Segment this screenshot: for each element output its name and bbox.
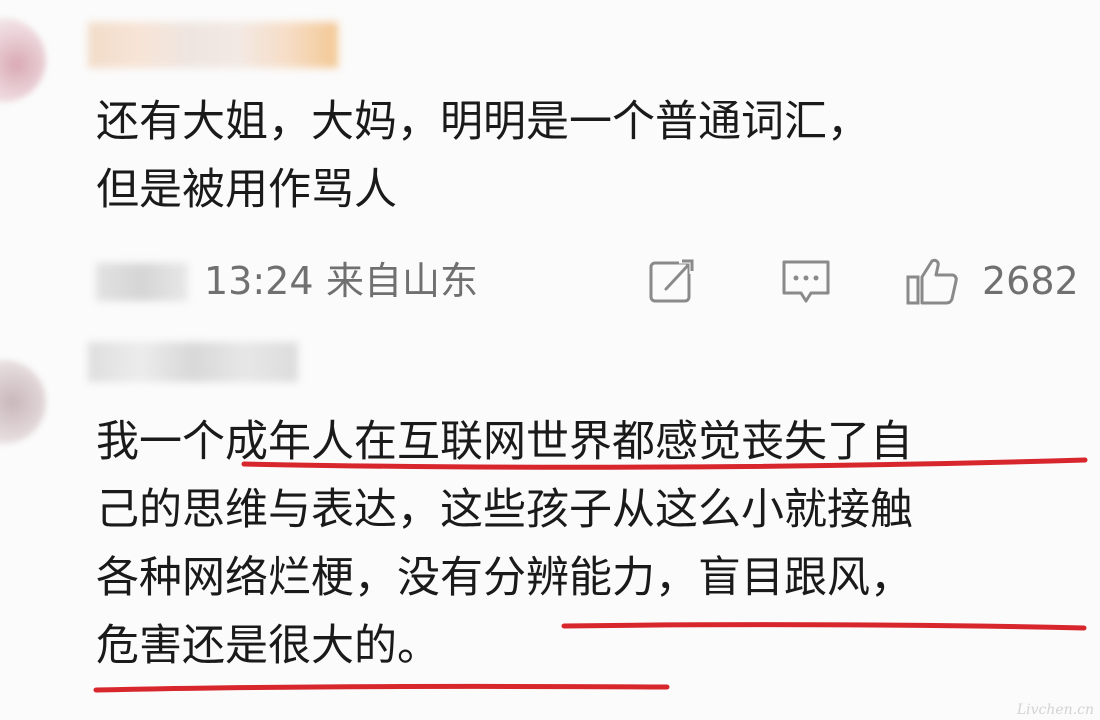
watermark: Livchen.cn [1016,702,1094,718]
reply-icon[interactable] [780,255,832,311]
comment-item: 我一个成年人在互联网世界都感觉丧失了自 己的思维与表达，这些孩子从这么小就接触 … [0,330,1100,720]
red-underline-annotation [93,683,670,693]
like-count: 2682 [982,259,1079,303]
comment-time: 13:24 [204,259,314,303]
red-underline-annotation [241,457,1088,470]
comment-meta: 13:24 来自山东 2682 [96,255,1086,307]
share-icon[interactable] [646,255,698,311]
thumbs-up-icon[interactable] [904,255,960,311]
username-blurred[interactable] [88,22,338,68]
avatar[interactable] [0,18,46,102]
comment-location: 来自山东 [326,259,479,303]
comment-text: 还有大姐，大妈，明明是一个普通词汇， 但是被用作骂人 [96,97,870,215]
username-blurred[interactable] [88,342,298,382]
avatar[interactable] [0,360,46,444]
device-info-blurred [96,263,188,301]
comment-item: 还有大姐，大妈，明明是一个普通词汇， 但是被用作骂人 13:24 来自山东 26… [0,0,1100,330]
red-underline-annotation [561,622,1087,631]
